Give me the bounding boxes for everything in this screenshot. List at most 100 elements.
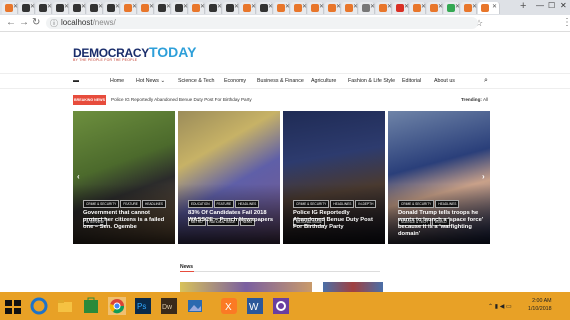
- browser-tab[interactable]: ✕: [172, 2, 188, 14]
- browser-tab[interactable]: ✕: [240, 2, 256, 14]
- card-tag[interactable]: CRIME & SECURITY: [398, 200, 435, 208]
- close-tab-icon[interactable]: ✕: [251, 3, 256, 11]
- maximize-button[interactable]: ☐: [548, 1, 555, 10]
- network-icon[interactable]: ▮: [495, 304, 498, 310]
- feature-card[interactable]: CRIME & SECURITY HEADLINES IN-DEPTHNATIONA…: [283, 111, 385, 244]
- nav-fashion-lifestyle[interactable]: Fashion & Life Style: [348, 78, 395, 84]
- taskbar-clock[interactable]: 2:00 AM 1/10/2018: [528, 297, 552, 313]
- browser-tab[interactable]: ✕: [461, 2, 477, 14]
- browser-tab[interactable]: ✕: [376, 2, 392, 14]
- card-tag[interactable]: FEATURE: [213, 200, 235, 208]
- news-thumbnail[interactable]: [323, 282, 383, 292]
- menu-dots-icon[interactable]: ⋮: [562, 17, 570, 29]
- browser-tab[interactable]: ✕: [87, 2, 103, 14]
- close-window-button[interactable]: ✕: [560, 1, 567, 10]
- app-icon[interactable]: [272, 297, 290, 315]
- card-tag[interactable]: CRIME & SECURITY: [293, 200, 330, 208]
- nav-science-tech[interactable]: Science & Tech: [178, 78, 214, 84]
- close-tab-icon[interactable]: ✕: [302, 3, 307, 11]
- close-tab-icon[interactable]: ✕: [98, 3, 103, 11]
- browser-tab[interactable]: ✕: [257, 2, 273, 14]
- browser-tab[interactable]: ✕: [325, 2, 341, 14]
- close-tab-icon[interactable]: ✕: [370, 3, 375, 11]
- browser-tab-active[interactable]: ✕: [478, 2, 500, 14]
- browser-tab[interactable]: ✕: [393, 2, 409, 14]
- hamburger-icon[interactable]: ▬: [73, 78, 79, 84]
- close-tab-icon[interactable]: ✕: [387, 3, 392, 11]
- xampp-icon[interactable]: X: [220, 297, 238, 315]
- browser-tab[interactable]: ✕: [359, 2, 375, 14]
- close-tab-icon[interactable]: ✕: [30, 3, 35, 11]
- browser-tab[interactable]: ✕: [53, 2, 69, 14]
- word-icon[interactable]: W: [246, 297, 264, 315]
- address-bar-url[interactable]: localhost/news/: [61, 18, 116, 27]
- feature-card[interactable]: CRIME & SECURITY HEADLINESSCIENCE & TECH W…: [388, 111, 490, 244]
- browser-tab[interactable]: ✕: [70, 2, 86, 14]
- browser-tab[interactable]: ✕: [206, 2, 222, 14]
- browser-tab[interactable]: ✕: [342, 2, 358, 14]
- browser-tab[interactable]: ✕: [189, 2, 205, 14]
- close-tab-icon[interactable]: ✕: [132, 3, 137, 11]
- browser-tab[interactable]: ✕: [36, 2, 52, 14]
- breaking-news-headline[interactable]: Police IG Reportedly Abandoned Benue Dut…: [111, 97, 252, 102]
- nav-about-us[interactable]: About us: [434, 78, 455, 84]
- card-tag[interactable]: HEADLINES: [330, 200, 355, 208]
- card-tag[interactable]: FEATURE: [120, 200, 141, 208]
- browser-tab[interactable]: ✕: [274, 2, 290, 14]
- close-tab-icon[interactable]: ✕: [200, 3, 205, 11]
- browser-tab[interactable]: ✕: [104, 2, 120, 14]
- search-icon[interactable]: ⌕: [484, 77, 488, 85]
- back-icon[interactable]: ←: [6, 17, 16, 29]
- browser-tab[interactable]: ✕: [410, 2, 426, 14]
- nav-home[interactable]: Home: [110, 78, 124, 84]
- close-tab-icon[interactable]: ✕: [166, 3, 171, 11]
- close-tab-icon[interactable]: ✕: [13, 3, 18, 11]
- store-icon[interactable]: [82, 297, 100, 315]
- close-tab-icon[interactable]: ✕: [353, 3, 358, 11]
- address-bar[interactable]: ⓘ localhost/news/: [46, 17, 478, 29]
- close-tab-icon[interactable]: ✕: [47, 3, 52, 11]
- close-tab-icon[interactable]: ✕: [149, 3, 154, 11]
- card-title[interactable]: Police IG Reportedly Abandoned Benue Dut…: [293, 210, 381, 231]
- close-tab-icon[interactable]: ✕: [319, 3, 324, 11]
- card-title[interactable]: Government that cannot protect her citiz…: [83, 210, 171, 231]
- close-tab-icon[interactable]: ✕: [81, 3, 86, 11]
- close-tab-icon[interactable]: ✕: [64, 3, 69, 11]
- nav-hot-news[interactable]: Hot News ⌄: [136, 78, 165, 84]
- browser-tab[interactable]: ✕: [19, 2, 35, 14]
- close-tab-icon[interactable]: ✕: [421, 3, 426, 11]
- nav-editorial[interactable]: Editorial: [402, 78, 421, 84]
- nav-economy[interactable]: Economy: [224, 78, 246, 84]
- close-tab-icon[interactable]: ✕: [115, 3, 120, 11]
- minimize-button[interactable]: —: [536, 1, 544, 10]
- browser-tab[interactable]: ✕: [2, 2, 18, 14]
- site-logo[interactable]: DEMOCRACYTODAY BY THE PEOPLE FOR THE PEO…: [73, 44, 198, 64]
- card-tag[interactable]: HEADLINES: [141, 200, 167, 208]
- volume-icon[interactable]: ◀: [500, 304, 505, 310]
- dreamweaver-icon[interactable]: Dw: [160, 297, 178, 315]
- internet-explorer-icon[interactable]: [30, 297, 48, 315]
- card-tag[interactable]: EDUCATION: [188, 200, 213, 208]
- nav-business-finance[interactable]: Business & Finance: [257, 78, 304, 84]
- nav-agriculture[interactable]: Agriculture: [311, 78, 336, 84]
- slider-next-icon[interactable]: ›: [482, 172, 485, 181]
- system-tray[interactable]: ⌃ ▮ ◀ ▭: [488, 303, 512, 310]
- browser-tab[interactable]: ✕: [308, 2, 324, 14]
- photoshop-icon[interactable]: Ps: [134, 297, 152, 315]
- close-tab-icon[interactable]: ✕: [438, 3, 443, 11]
- feature-card[interactable]: EDUCATION FEATURE HEADLINESMETRO NATIONAL I…: [178, 111, 280, 244]
- card-tag[interactable]: HEADLINES: [235, 200, 260, 208]
- windows-start-icon[interactable]: [4, 299, 22, 315]
- browser-tab[interactable]: ✕: [223, 2, 239, 14]
- close-tab-icon[interactable]: ✕: [404, 3, 409, 11]
- slider-prev-icon[interactable]: ‹: [77, 172, 80, 181]
- close-tab-icon[interactable]: ✕: [336, 3, 341, 11]
- card-tag[interactable]: HEADLINES: [435, 200, 460, 208]
- card-tag[interactable]: IN-DEPTH: [355, 200, 377, 208]
- feature-card[interactable]: CRIME & SECURITY FEATURE HEADLINESINTERVIE…: [73, 111, 175, 244]
- chrome-icon[interactable]: [108, 297, 126, 315]
- browser-tab[interactable]: ✕: [291, 2, 307, 14]
- close-tab-icon[interactable]: ✕: [492, 3, 497, 11]
- close-tab-icon[interactable]: ✕: [455, 3, 460, 11]
- close-tab-icon[interactable]: ✕: [472, 3, 477, 11]
